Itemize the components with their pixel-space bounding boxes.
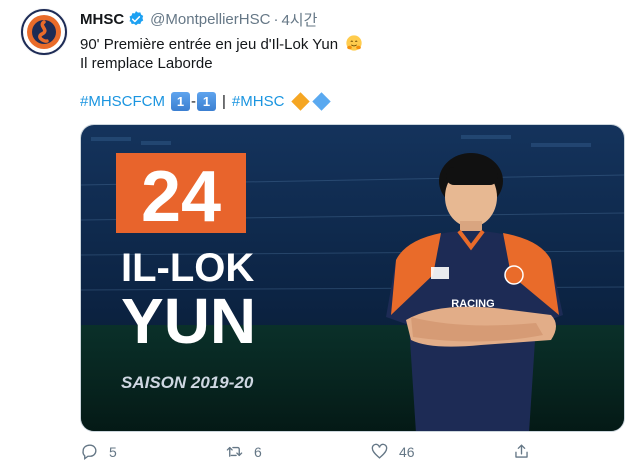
like-button[interactable]: 46 [370,442,415,461]
season-label: SAISON 2019-20 [121,373,254,392]
player-first-name: IL-LOK [121,246,254,290]
orange-diamond-icon [291,92,311,111]
hugging-face-emoji-icon [346,35,362,51]
reply-count: 5 [109,443,117,460]
tweet-timestamp[interactable]: 4시간 [281,9,317,30]
tweet-header: MHSC @MontpellierHSC · 4시간 [80,8,317,30]
retweet-icon [226,446,243,457]
avatar[interactable] [20,8,68,56]
player-last-name: YUN [121,285,256,357]
display-name[interactable]: MHSC [80,11,124,28]
tweet: MHSC @MontpellierHSC · 4시간 90' Première … [0,0,640,469]
score-home-keycap: 1 [171,92,190,111]
like-count: 46 [399,443,415,460]
hashtag-mhscfcm[interactable]: #MHSCFCM [80,93,165,110]
mhsc-logo-icon [21,9,67,55]
user-handle[interactable]: @MontpellierHSC [150,11,270,28]
score-away-keycap: 1 [197,92,216,111]
score-dash: - [191,93,196,110]
verified-badge-icon [129,11,144,26]
jersey-number: 24 [141,157,221,237]
share-icon [515,444,528,458]
tweet-text: 90' Première entrée en jeu d'Il-Lok Yun [80,36,339,53]
separator-dot: · [273,10,279,28]
blue-diamond-icon [312,92,332,111]
tweet-text-line1: 90' Première entrée en jeu d'Il-Lok Yun [80,34,363,53]
hashtag-line: #MHSCFCM 1 - 1 | #MHSC [80,92,332,111]
share-button[interactable] [512,442,541,461]
reply-button[interactable]: 5 [80,442,117,461]
tweet-media-image[interactable]: 24 IL-LOK YUN SAISON 2019-20 RACING [80,124,625,432]
tweet-text-line2: Il remplace Laborde [80,55,213,72]
tweet-actions: 5 6 46 [80,442,625,464]
player-graphic: 24 IL-LOK YUN SAISON 2019-20 RACING [81,125,624,431]
heart-icon [371,443,388,459]
reply-icon [82,444,97,460]
hashtag-mhsc[interactable]: #MHSC [232,93,285,110]
retweet-count: 6 [254,443,262,460]
retweet-button[interactable]: 6 [225,442,262,461]
separator-bar: | [222,93,226,110]
jersey-sponsor: RACING [451,298,494,310]
